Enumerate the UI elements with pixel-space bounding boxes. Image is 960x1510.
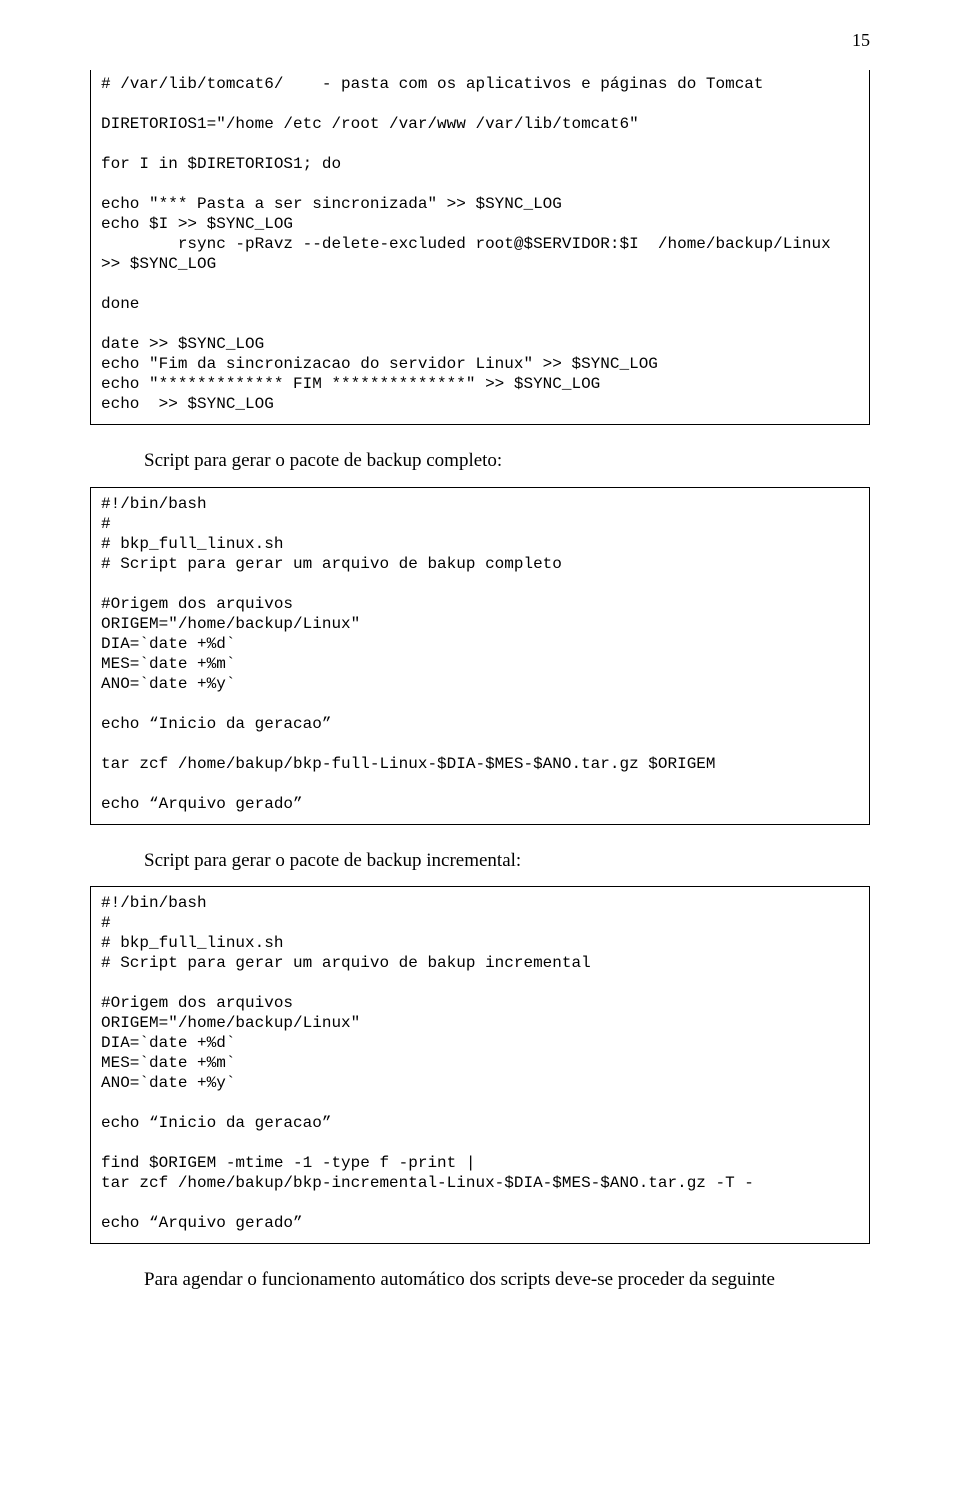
- page-number: 15: [852, 30, 870, 51]
- code-block-incremental-backup: #!/bin/bash # # bkp_full_linux.sh # Scri…: [90, 886, 870, 1244]
- caption-incremental-backup: Script para gerar o pacote de backup inc…: [90, 847, 870, 875]
- caption-full-backup: Script para gerar o pacote de backup com…: [90, 447, 870, 475]
- final-paragraph: Para agendar o funcionamento automático …: [90, 1266, 870, 1295]
- document-page: 15 # /var/lib/tomcat6/ - pasta com os ap…: [0, 0, 960, 1510]
- code-block-full-backup: #!/bin/bash # # bkp_full_linux.sh # Scri…: [90, 487, 870, 825]
- code-block-sync: # /var/lib/tomcat6/ - pasta com os aplic…: [90, 70, 870, 425]
